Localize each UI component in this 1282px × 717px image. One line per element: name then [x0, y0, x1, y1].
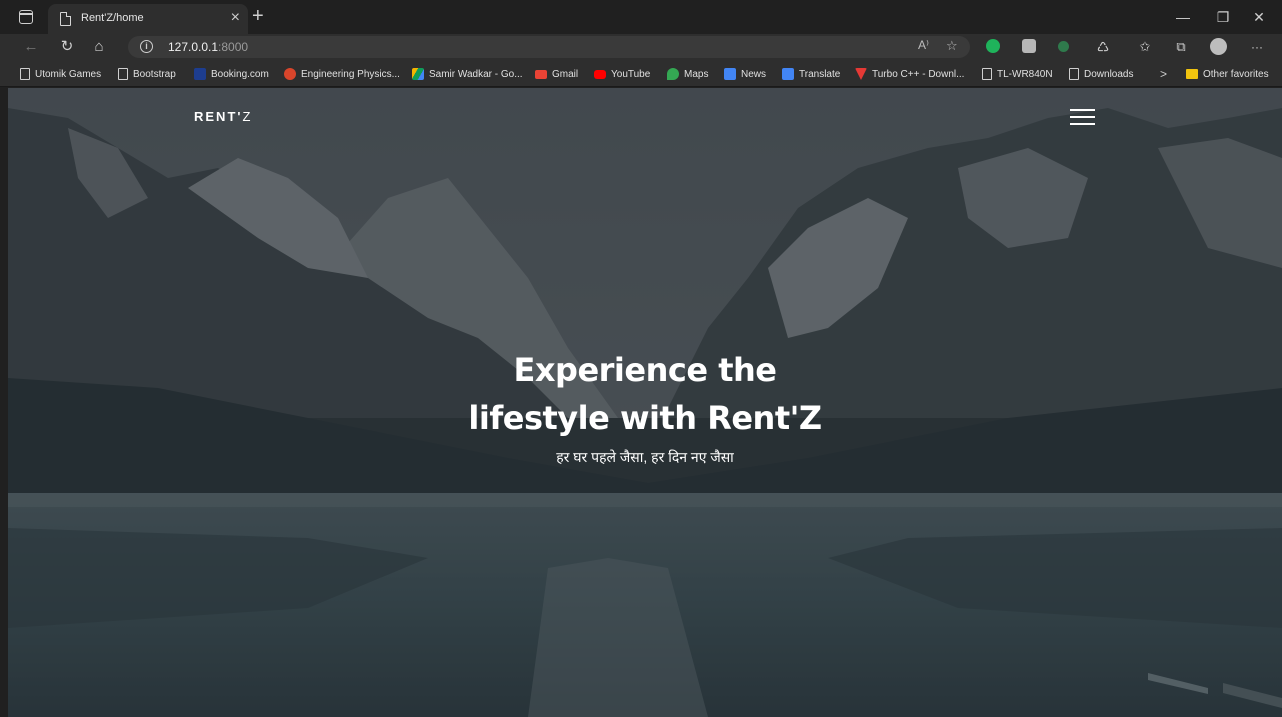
- page-icon: [1069, 68, 1079, 80]
- grammarly-icon[interactable]: [986, 39, 1000, 53]
- close-window-icon[interactable]: ✕: [1244, 6, 1274, 28]
- bookmark-utomik-games[interactable]: Utomik Games: [20, 66, 101, 82]
- bookmark-gmail[interactable]: Gmail: [535, 66, 578, 82]
- restore-icon[interactable]: ❐: [1208, 6, 1238, 28]
- page-icon: [60, 12, 71, 26]
- hero-heading-line-2: lifestyle with Rent'Z: [468, 399, 822, 437]
- bookmark-other-favorites[interactable]: Other favorites: [1186, 66, 1269, 82]
- hero-tagline: हर घर पहले जैसा, हर दिन नए जैसा: [556, 449, 734, 465]
- address-bar[interactable]: i 127.0.0.1:8000 A⁾ ☆: [128, 36, 970, 58]
- read-aloud-icon[interactable]: A⁾: [918, 38, 929, 52]
- extension-dot-icon[interactable]: [1058, 41, 1069, 52]
- bookmark-booking[interactable]: Booking.com: [194, 66, 269, 82]
- pdf-icon: [284, 68, 296, 80]
- back-icon[interactable]: ←: [20, 36, 42, 58]
- favorites-icon[interactable]: ✩: [1134, 36, 1156, 58]
- minimize-icon[interactable]: —: [1168, 6, 1198, 28]
- extensions-icon[interactable]: ♺: [1092, 36, 1114, 58]
- bookmark-maps[interactable]: Maps: [667, 66, 708, 82]
- page-icon: [20, 68, 30, 80]
- tab-active[interactable]: Rent'Z/home ×: [48, 4, 248, 34]
- bookmark-downloads[interactable]: Downloads: [1069, 66, 1133, 82]
- hamburger-menu-icon[interactable]: [1070, 109, 1095, 126]
- turbo-icon: [855, 68, 867, 80]
- hero-heading: Experience the lifestyle with Rent'Z: [8, 346, 1282, 442]
- tab-close-icon[interactable]: ×: [231, 9, 240, 27]
- hero-heading-line-1: Experience the: [513, 351, 777, 389]
- page-icon: [118, 68, 128, 80]
- browser-toolbar: ← ↻ ⌂ i 127.0.0.1:8000 A⁾ ☆ ♺ ✩ ⧉ ···: [0, 34, 1282, 60]
- more-icon[interactable]: ···: [1246, 36, 1268, 58]
- tab-title: Rent'Z/home: [81, 12, 144, 24]
- refresh-icon[interactable]: ↻: [56, 36, 78, 58]
- folder-icon: [1186, 69, 1198, 79]
- translate-icon: [782, 68, 794, 80]
- gmail-icon: [535, 69, 547, 79]
- new-tab-icon[interactable]: +: [252, 5, 264, 27]
- bookmark-bootstrap[interactable]: Bootstrap: [118, 66, 176, 82]
- collections-icon[interactable]: ⧉: [1170, 36, 1192, 58]
- page-icon: [982, 68, 992, 80]
- bookmark-youtube[interactable]: YouTube: [594, 66, 650, 82]
- bookmarks-overflow-chevron-icon[interactable]: >: [1160, 66, 1167, 82]
- site-info-icon[interactable]: i: [140, 40, 153, 53]
- drive-icon: [412, 68, 424, 80]
- hero-section: Experience the lifestyle with Rent'Z हर …: [8, 346, 1282, 467]
- bookmark-news[interactable]: News: [724, 66, 766, 82]
- bookmark-tl-wr840n[interactable]: TL-WR840N: [982, 66, 1053, 82]
- tab-strip: Rent'Z/home × + — ❐ ✕: [0, 0, 1282, 34]
- site-logo[interactable]: RENT'Z: [194, 109, 252, 124]
- profile-avatar[interactable]: [1210, 38, 1227, 55]
- page-viewport: RENT'Z Experience the lifestyle with Ren…: [8, 88, 1282, 717]
- home-icon[interactable]: ⌂: [88, 36, 110, 58]
- bookmark-turbo-cpp[interactable]: Turbo C++ - Downl...: [855, 66, 964, 82]
- news-icon: [724, 68, 736, 80]
- tab-actions-icon[interactable]: [18, 9, 34, 25]
- favorite-star-icon[interactable]: ☆: [946, 38, 958, 54]
- extension-icon[interactable]: [1022, 39, 1036, 53]
- bookmarks-bar: Utomik Games Bootstrap Booking.com Engin…: [0, 60, 1282, 87]
- maps-icon: [667, 68, 679, 80]
- bookmark-translate[interactable]: Translate: [782, 66, 840, 82]
- youtube-icon: [594, 69, 606, 79]
- booking-icon: [194, 68, 206, 80]
- url-text: 127.0.0.1:8000: [168, 40, 249, 54]
- bookmark-engineering-physics[interactable]: Engineering Physics...: [284, 66, 400, 82]
- bookmark-drive[interactable]: Samir Wadkar - Go...: [412, 66, 523, 82]
